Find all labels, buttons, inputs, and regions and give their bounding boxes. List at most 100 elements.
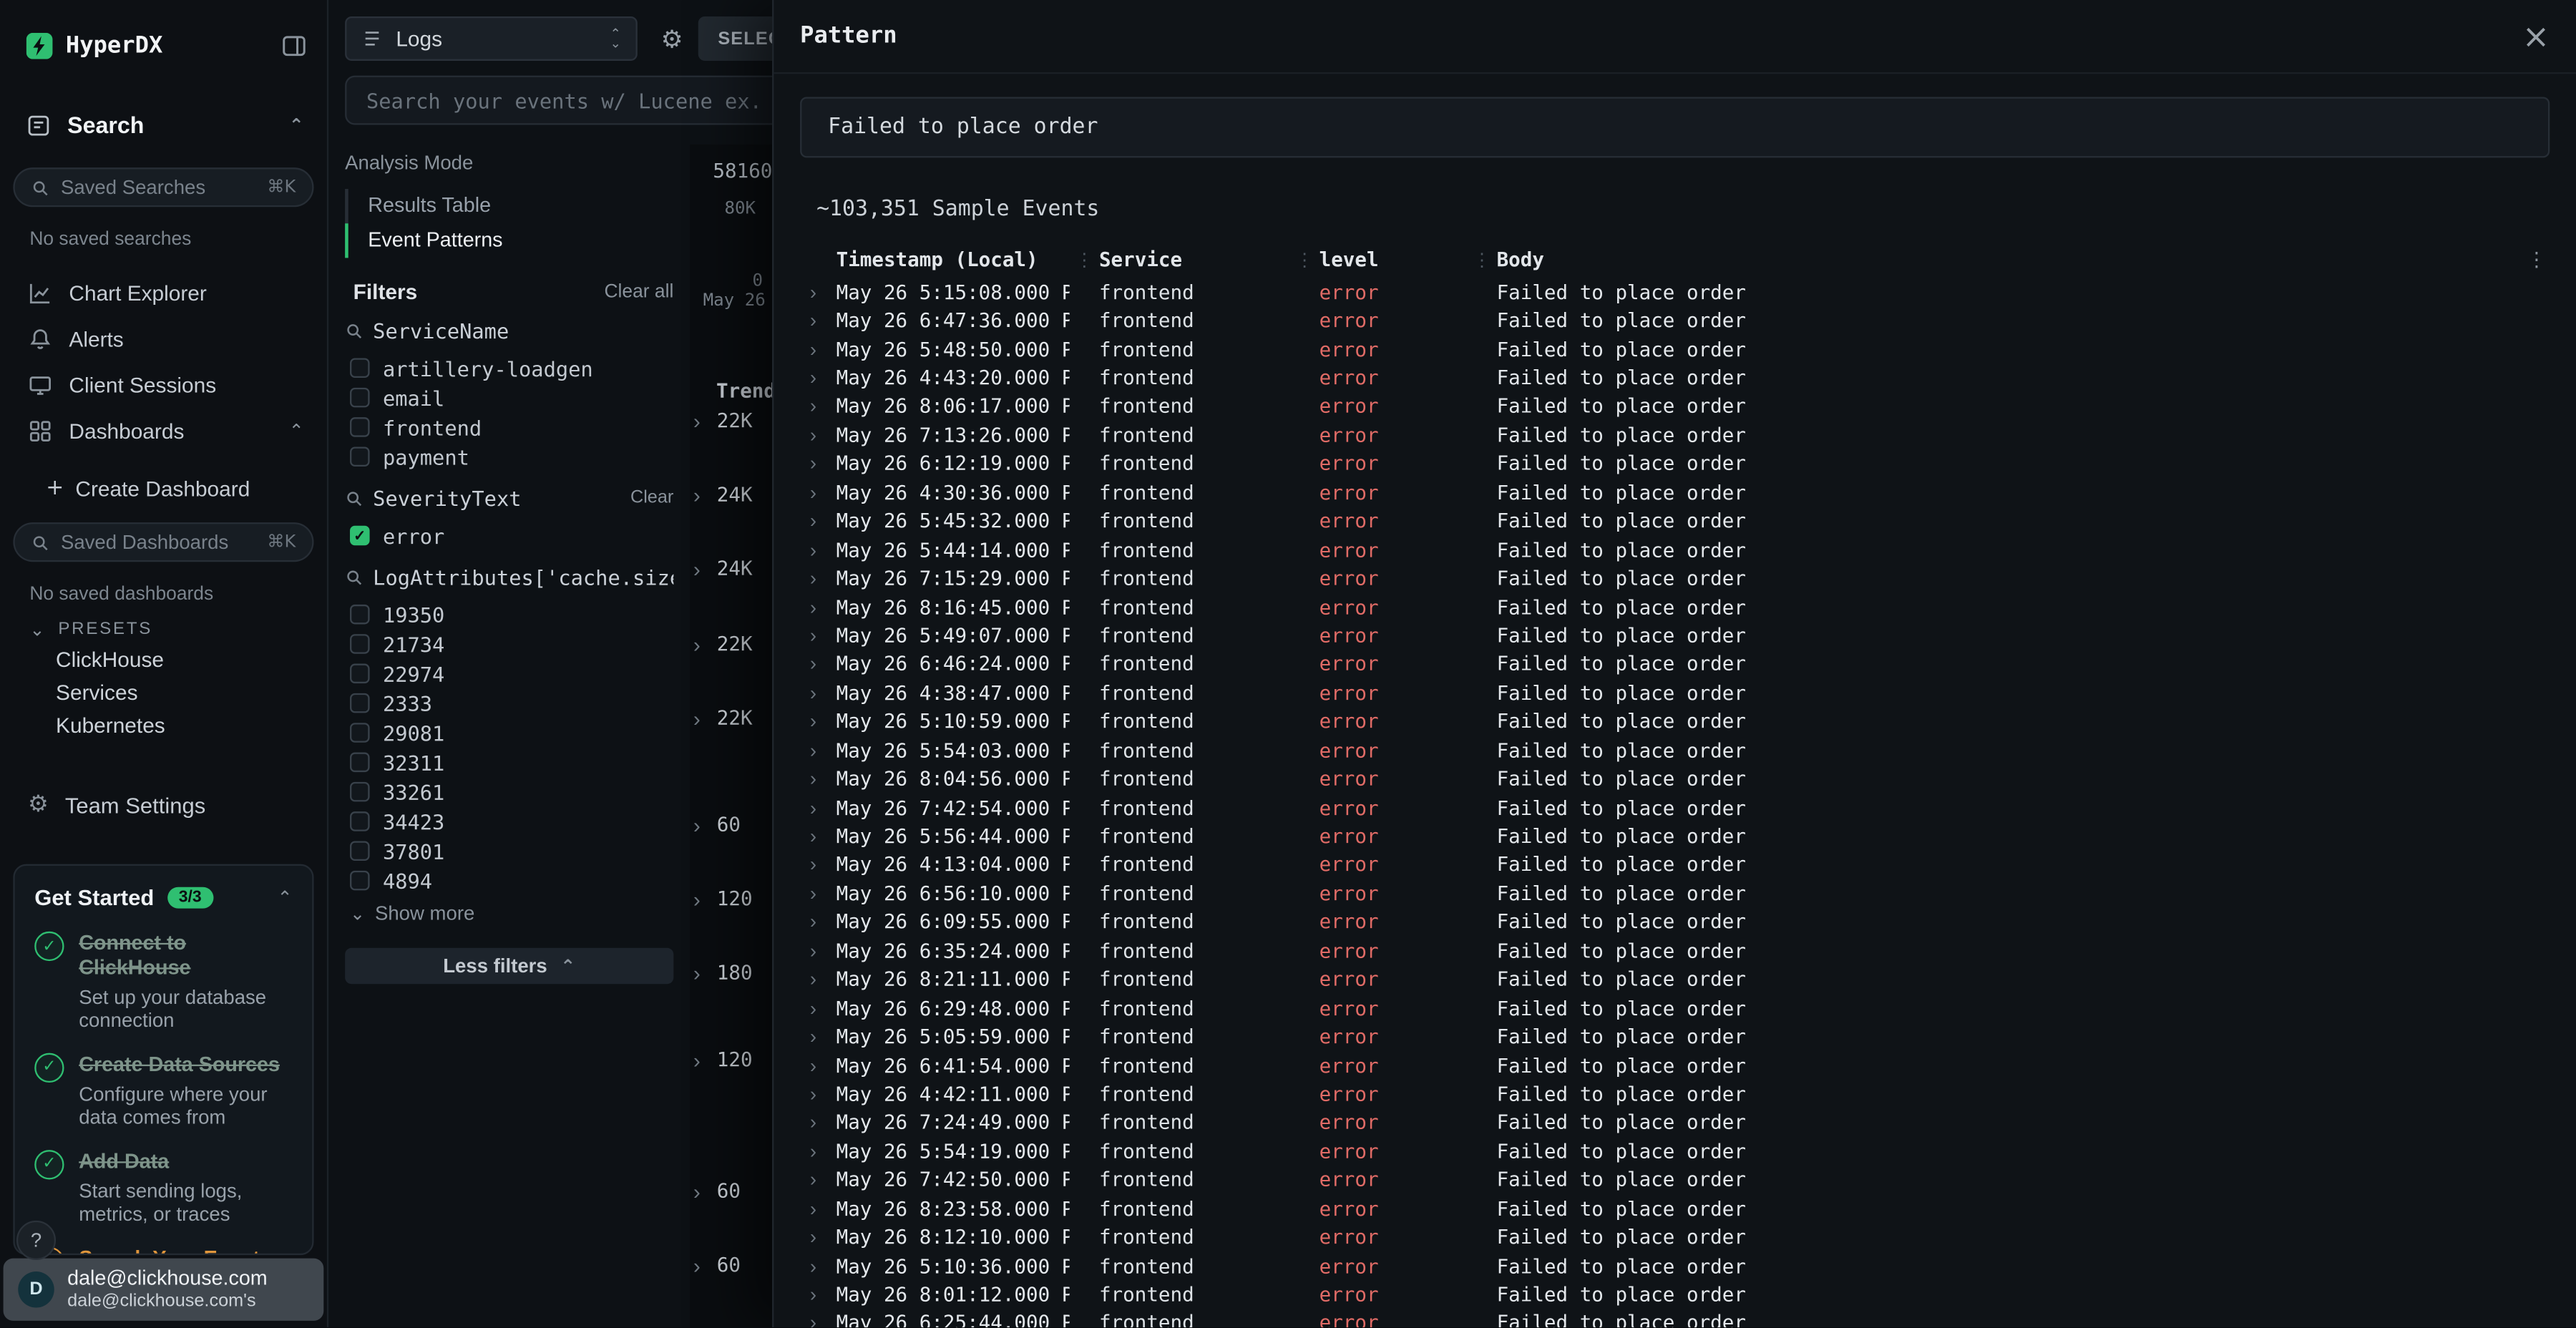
filter-checkbox-item[interactable]: artillery-loadgen [345,353,673,383]
expand-row-icon[interactable]: › [800,854,836,877]
checkbox[interactable] [350,664,370,684]
checkbox[interactable] [350,693,370,713]
event-row[interactable]: ›May 26 7:42:50.000 PMfrontenderrorFaile… [800,1166,2550,1194]
create-dashboard-button[interactable]: + Create Dashboard [46,477,250,501]
filter-checkbox-item[interactable]: 37801 [345,836,673,866]
saved-searches-input[interactable] [61,176,255,199]
pattern-row[interactable]: ›60 [693,811,741,838]
saved-dashboards-input[interactable] [61,531,255,554]
chevron-up-icon[interactable]: ⌃ [278,889,293,907]
filter-checkbox-item[interactable]: 33261 [345,777,673,806]
help-button[interactable]: ? [16,1221,56,1260]
filter-checkbox-item[interactable]: 21734 [345,629,673,658]
expand-row-icon[interactable]: › [800,624,836,647]
column-resize-handle[interactable]: ⋮ [1289,249,1319,270]
filter-checkbox-item[interactable]: payment [345,442,673,472]
event-row[interactable]: ›May 26 6:29:48.000 PMfrontenderrorFaile… [800,994,2550,1022]
source-settings-button[interactable]: ⚙ [649,16,695,61]
checkbox[interactable]: ✓ [350,526,370,546]
event-row[interactable]: ›May 26 5:49:07.000 PMfrontenderrorFaile… [800,621,2550,650]
filter-checkbox-item[interactable]: 2333 [345,688,673,718]
expand-row-icon[interactable]: › [800,595,836,618]
expand-row-icon[interactable]: › [800,452,836,475]
clear-all-link[interactable]: Clear all [604,282,673,302]
close-icon[interactable]: × [2522,20,2550,53]
filter-checkbox-item[interactable]: 32311 [345,748,673,777]
expand-row-icon[interactable]: › [800,1283,836,1306]
event-row[interactable]: ›May 26 8:04:56.000 PMfrontenderrorFaile… [800,765,2550,794]
expand-row-icon[interactable]: › [800,509,836,532]
event-row[interactable]: ›May 26 6:12:19.000 PMfrontenderrorFaile… [800,449,2550,478]
less-filters-button[interactable]: Less filters ⌃ [345,948,673,985]
chevron-right-icon[interactable]: › [693,888,701,909]
event-row[interactable]: ›May 26 8:23:58.000 PMfrontenderrorFaile… [800,1194,2550,1223]
event-row[interactable]: ›May 26 4:13:04.000 PMfrontenderrorFaile… [800,851,2550,879]
column-resize-handle[interactable]: ⋮ [1467,249,1496,270]
expand-row-icon[interactable]: › [800,911,836,934]
checkbox[interactable] [350,605,370,625]
event-row[interactable]: ›May 26 8:16:45.000 PMfrontenderrorFaile… [800,592,2550,621]
event-row[interactable]: ›May 26 7:42:54.000 PMfrontenderrorFaile… [800,794,2550,822]
filter-checkbox-item[interactable]: ✓error [345,521,673,550]
event-row[interactable]: ›May 26 5:48:50.000 PMfrontenderrorFaile… [800,335,2550,363]
get-started-item[interactable]: ✓Connect to ClickHouseSet up your databa… [34,932,292,1032]
expand-row-icon[interactable]: › [800,997,836,1020]
checkbox[interactable] [350,446,370,467]
preset-item-services[interactable]: Services [0,677,327,710]
event-row[interactable]: ›May 26 4:30:36.000 PMfrontenderrorFaile… [800,478,2550,507]
expand-row-icon[interactable]: › [800,1254,836,1277]
event-row[interactable]: ›May 26 5:10:36.000 PMfrontenderrorFaile… [800,1251,2550,1280]
event-row[interactable]: ›May 26 7:15:29.000 PMfrontenderrorFaile… [800,564,2550,592]
event-row[interactable]: ›May 26 5:45:32.000 PMfrontenderrorFaile… [800,507,2550,535]
chevron-right-icon[interactable]: › [693,962,701,983]
user-menu[interactable]: D dale@clickhouse.com dale@clickhouse.co… [4,1259,324,1321]
chevron-up-icon[interactable]: ⌃ [289,421,304,439]
col-timestamp[interactable]: Timestamp (Local) [836,248,1070,271]
event-row[interactable]: ›May 26 4:38:47.000 PMfrontenderrorFaile… [800,679,2550,708]
event-row[interactable]: ›May 26 4:43:20.000 PMfrontenderrorFaile… [800,363,2550,392]
expand-row-icon[interactable]: › [800,1168,836,1191]
expand-row-icon[interactable]: › [800,1226,836,1249]
filter-clear-link[interactable]: Clear [630,488,673,508]
expand-row-icon[interactable]: › [800,681,836,704]
event-row[interactable]: ›May 26 8:01:12.000 PMfrontenderrorFaile… [800,1280,2550,1309]
event-row[interactable]: ›May 26 5:54:19.000 PMfrontenderrorFaile… [800,1137,2550,1166]
pattern-row[interactable]: ›180 [693,960,753,986]
event-row[interactable]: ›May 26 5:54:03.000 PMfrontenderrorFaile… [800,736,2550,765]
pattern-row[interactable]: ›22K [693,631,753,658]
expand-row-icon[interactable]: › [800,1140,836,1163]
expand-row-icon[interactable]: › [800,739,836,762]
event-row[interactable]: ›May 26 6:41:54.000 PMfrontenderrorFaile… [800,1051,2550,1080]
saved-dashboards-pill[interactable]: ⌘K [13,522,313,562]
chevron-right-icon[interactable]: › [693,1049,701,1070]
event-row[interactable]: ›May 26 8:21:11.000 PMfrontenderrorFaile… [800,965,2550,994]
expand-row-icon[interactable]: › [800,1025,836,1048]
expand-row-icon[interactable]: › [800,1197,836,1220]
col-body[interactable]: Body [1497,248,2504,271]
expand-row-icon[interactable]: › [800,968,836,991]
filter-checkbox-item[interactable]: 4894 [345,866,673,895]
event-row[interactable]: ›May 26 6:35:24.000 PMfrontenderrorFaile… [800,937,2550,965]
checkbox[interactable] [350,841,370,861]
expand-row-icon[interactable]: › [800,1312,836,1327]
expand-row-icon[interactable]: › [800,395,836,418]
sidebar-item-client-sessions[interactable]: Client Sessions [0,361,327,407]
source-select[interactable]: Logs ⌃⌄ [345,16,638,61]
event-row[interactable]: ›May 26 5:44:14.000 PMfrontenderrorFaile… [800,535,2550,564]
filter-checkbox-item[interactable]: 19350 [345,600,673,629]
chevron-right-icon[interactable]: › [693,1254,701,1276]
expand-row-icon[interactable]: › [800,1054,836,1077]
preset-item-kubernetes[interactable]: Kubernetes [0,710,327,743]
get-started-item[interactable]: ✓Create Data SourcesConfigure where your… [34,1053,292,1128]
expand-row-icon[interactable]: › [800,825,836,848]
expand-row-icon[interactable]: › [800,939,836,962]
expand-row-icon[interactable]: › [800,481,836,504]
expand-row-icon[interactable]: › [800,796,836,819]
pattern-row[interactable]: ›120 [693,1047,753,1073]
expand-row-icon[interactable]: › [800,882,836,905]
expand-row-icon[interactable]: › [800,280,836,303]
sidebar-item-team-settings[interactable]: ⚙ Team Settings [0,782,327,828]
sidebar-item-dashboards[interactable]: Dashboards ⌃ [0,407,327,453]
chevron-right-icon[interactable]: › [693,633,701,655]
event-row[interactable]: ›May 26 8:12:10.000 PMfrontenderrorFaile… [800,1223,2550,1251]
